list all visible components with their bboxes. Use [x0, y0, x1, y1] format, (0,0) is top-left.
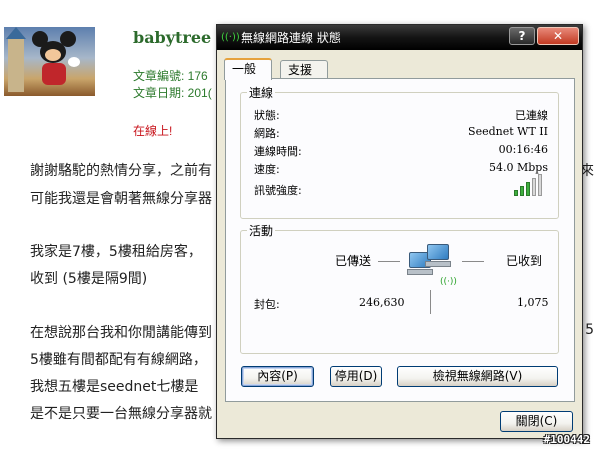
wireless-signal-icon: ((·)) [221, 31, 240, 43]
castle-tower-decoration [6, 27, 26, 92]
disable-button[interactable]: 停用(D) [330, 366, 382, 387]
user-avatar [4, 27, 95, 96]
network-value: Seednet WT II [468, 125, 548, 138]
view-wireless-networks-button[interactable]: 檢視無線網路(V) [397, 366, 558, 387]
post-line-overflow: 5 [585, 322, 594, 338]
signal-bar [514, 190, 518, 196]
avatar-face [45, 49, 61, 61]
wireless-activity-icon: ((·)) [440, 277, 457, 287]
status-row: 狀態: 已連線 [244, 107, 558, 123]
received-line [462, 261, 484, 262]
close-button[interactable]: 關閉(C) [500, 411, 573, 432]
status-value: 已連線 [515, 109, 548, 122]
close-window-button[interactable]: ✕ [537, 27, 579, 45]
activity-divider [430, 290, 431, 314]
signal-row: 訊號強度: [244, 182, 558, 198]
help-button[interactable]: ? [509, 27, 535, 45]
sent-label: 已傳送 [335, 254, 372, 268]
duration-key: 連線時間: [254, 145, 302, 158]
activity-group: 活動 [240, 222, 559, 354]
signal-strength-icon [514, 174, 544, 196]
speed-value: 54.0 Mbps [489, 161, 548, 174]
signal-bar [526, 182, 530, 196]
network-row: 網路: Seednet WT II [244, 125, 558, 141]
status-key: 狀態: [254, 109, 280, 122]
connection-group-label: 連線 [247, 84, 276, 101]
post-line: 是不是只要一台無線分享器就 [30, 406, 212, 422]
signal-bar [520, 186, 524, 196]
article-date: 文章日期: 201( [133, 86, 212, 100]
duration-value: 00:16:46 [498, 143, 548, 156]
post-line: 謝謝駱駝的熱情分享，之前有 [30, 163, 212, 179]
sent-line [378, 261, 400, 262]
post-line: 可能我還是會朝著無線分享器 [30, 191, 212, 207]
speed-key: 速度: [254, 163, 280, 176]
packets-received: 1,075 [517, 296, 549, 309]
activity-group-label: 活動 [247, 222, 276, 239]
dialog-title: 無線網路連線 狀態 [241, 31, 341, 45]
online-status: 在線上! [133, 124, 173, 138]
network-key: 網路: [254, 127, 280, 140]
received-label: 已收到 [506, 254, 543, 268]
post-line: 收到 (5樓是隔9間) [30, 271, 148, 287]
tab-general[interactable]: 一般 [224, 58, 272, 80]
signal-key: 訊號強度: [254, 184, 302, 197]
properties-button[interactable]: 內容(P) [241, 366, 314, 387]
article-number: 文章編號: 176 [133, 69, 208, 83]
signal-bar [532, 178, 536, 196]
image-watermark: #100442 [543, 433, 590, 446]
computer-base [425, 261, 451, 267]
speed-row: 速度: 54.0 Mbps [244, 161, 558, 177]
duration-row: 連線時間: 00:16:46 [244, 143, 558, 159]
packets-label: 封包: [254, 298, 280, 311]
packets-sent: 246,630 [359, 296, 405, 309]
post-line: 我家是7樓，5樓租給房客， [30, 244, 202, 260]
avatar-body [42, 63, 66, 85]
avatar-glove [68, 57, 80, 67]
post-line: 在想說那台我和你閒講能傳到 [30, 325, 212, 341]
post-line: 我想五樓是seednet七樓是 [30, 379, 199, 395]
signal-bar [538, 174, 542, 196]
post-line: 5樓雖有間都配有有線網路， [30, 352, 207, 368]
computer-base [407, 269, 433, 275]
post-username[interactable]: babytree [133, 28, 211, 47]
computer-icon [427, 244, 449, 260]
tab-support[interactable]: 支援 [280, 60, 328, 79]
